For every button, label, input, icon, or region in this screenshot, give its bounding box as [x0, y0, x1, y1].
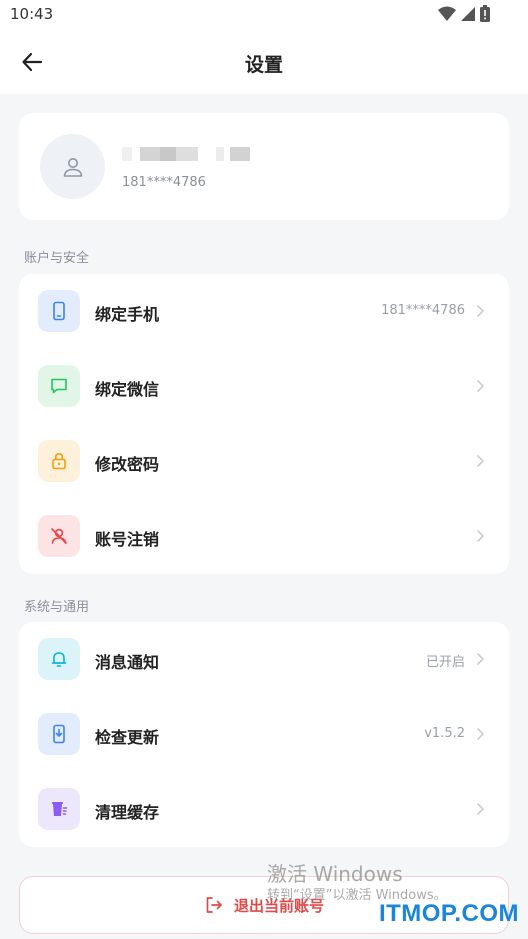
row-icon-bg	[38, 713, 80, 755]
avatar	[40, 134, 105, 199]
row-clear-cache[interactable]: 清理缓存	[19, 772, 509, 847]
row-value: 181****4786	[381, 303, 465, 318]
app-bar: 设置	[0, 30, 528, 94]
system-settings-card: 消息通知 已开启 检查更新 v1.5.2 清理缓存	[19, 622, 509, 847]
chat-icon	[51, 378, 67, 394]
row-delete-account[interactable]: 账号注销	[19, 499, 509, 574]
chevron-right-icon	[477, 380, 484, 392]
page-title: 设置	[244, 54, 283, 76]
row-value: v1.5.2	[424, 726, 465, 741]
chevron-right-icon	[477, 530, 484, 542]
row-icon-bg	[38, 440, 80, 482]
row-bind-wechat[interactable]: 绑定微信	[19, 349, 509, 424]
row-label: 检查更新	[95, 728, 160, 747]
row-icon-bg	[38, 365, 80, 407]
bell-icon	[51, 652, 67, 667]
chevron-right-icon	[477, 653, 484, 665]
row-value: 已开启	[425, 655, 465, 670]
status-bar: 10:43	[0, 0, 528, 30]
trash-icon	[52, 802, 68, 816]
site-watermark: ITMOP.COM	[378, 900, 519, 927]
row-icon-bg	[38, 290, 80, 332]
status-time: 10:43	[10, 5, 54, 23]
phone-icon	[53, 301, 65, 321]
chevron-right-icon	[477, 305, 484, 317]
user-icon	[63, 157, 82, 177]
row-icon-bg	[38, 515, 80, 557]
wifi-icon	[438, 6, 456, 21]
windows-watermark-title: 激活 Windows	[267, 862, 403, 886]
section-title-account: 账户与安全	[24, 251, 90, 266]
chevron-right-icon	[477, 455, 484, 467]
section-title-system: 系统与通用	[24, 600, 90, 615]
profile-phone: 181****4786	[122, 175, 206, 190]
profile-card[interactable]: 181****4786	[19, 113, 509, 220]
status-icons	[438, 5, 498, 23]
row-label: 账号注销	[95, 530, 160, 549]
row-change-password[interactable]: 修改密码	[19, 424, 509, 499]
row-label: 修改密码	[95, 455, 160, 474]
logout-icon	[206, 897, 222, 913]
profile-name-redacted	[122, 147, 256, 161]
row-bind-phone[interactable]: 绑定手机 181****4786	[19, 274, 509, 349]
download-icon	[53, 724, 65, 744]
lock-icon	[52, 452, 66, 470]
row-label: 消息通知	[95, 653, 160, 672]
chevron-right-icon	[477, 803, 484, 815]
row-icon-bg	[38, 638, 80, 680]
row-icon-bg	[38, 788, 80, 830]
row-check-update[interactable]: 检查更新 v1.5.2	[19, 697, 509, 772]
signal-icon	[461, 7, 475, 21]
row-notifications[interactable]: 消息通知 已开启	[19, 622, 509, 697]
user-off-icon	[51, 528, 67, 544]
account-settings-card: 绑定手机 181****4786 绑定微信 修改密码 账号注销	[19, 274, 509, 574]
row-label: 绑定手机	[95, 305, 160, 324]
row-label: 清理缓存	[95, 803, 160, 822]
row-label: 绑定微信	[95, 380, 160, 399]
chevron-right-icon	[477, 728, 484, 740]
battery-icon	[480, 5, 490, 22]
